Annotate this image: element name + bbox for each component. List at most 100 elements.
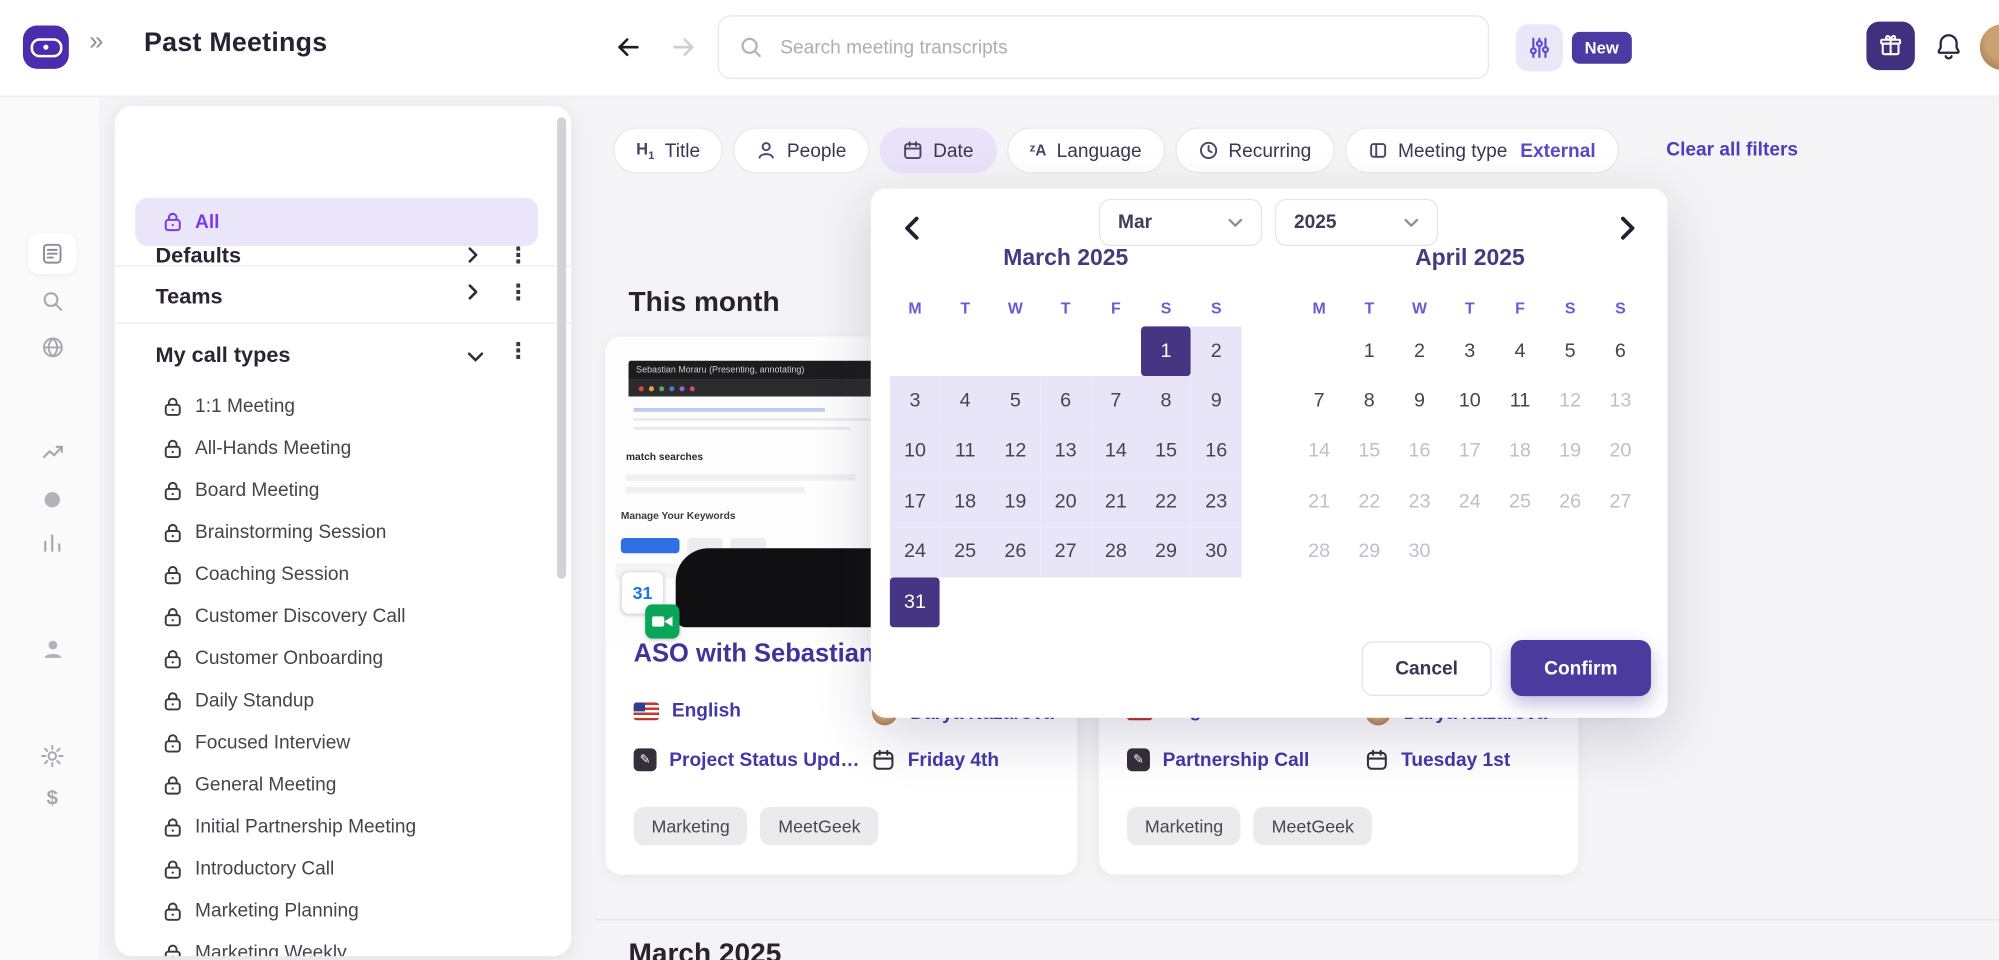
calendar-day[interactable]: 25	[940, 527, 990, 577]
user-avatar[interactable]	[1980, 24, 1999, 70]
calendar-day[interactable]: 18	[940, 477, 990, 527]
calendar-day[interactable]: 4	[1495, 326, 1545, 376]
my-call-types-collapse-icon[interactable]	[467, 347, 485, 370]
teams-menu-icon[interactable]: ⋮	[507, 280, 529, 305]
integrations-icon[interactable]	[38, 333, 66, 361]
filter-chip-people[interactable]: People	[733, 127, 869, 173]
calendar-day[interactable]: 27	[1595, 477, 1645, 527]
team-icon[interactable]	[38, 635, 66, 663]
collapse-sidebar-icon[interactable]: »	[89, 28, 103, 57]
reports-icon[interactable]	[38, 529, 66, 557]
sidebar-item-call-type[interactable]: All-Hands Meeting	[115, 427, 571, 469]
meeting-date[interactable]: Tuesday 1st	[1365, 748, 1510, 771]
calendar-day[interactable]: 10	[890, 427, 940, 477]
meetings-icon[interactable]	[28, 233, 76, 274]
tag[interactable]: MeetGeek	[1254, 807, 1372, 845]
calendar-day[interactable]: 14	[1294, 427, 1344, 477]
calendar-day[interactable]: 8	[1344, 377, 1394, 427]
recordings-icon[interactable]	[38, 486, 66, 514]
search-rail-icon[interactable]	[38, 287, 66, 315]
calendar-day[interactable]: 16	[1191, 427, 1241, 477]
calendar-day[interactable]: 9	[1394, 377, 1444, 427]
calendar-day[interactable]: 2	[1191, 326, 1241, 376]
sidebar-item-call-type[interactable]: Focused Interview	[115, 722, 571, 764]
back-arrow-button[interactable]	[609, 28, 647, 66]
meeting-language[interactable]: English	[634, 700, 741, 722]
calendar-day[interactable]: 30	[1394, 527, 1444, 577]
calendar-day[interactable]: 2	[1394, 326, 1444, 376]
calendar-day[interactable]: 6	[1041, 377, 1091, 427]
tag[interactable]: Marketing	[634, 807, 748, 845]
calendar-day[interactable]: 30	[1191, 527, 1241, 577]
calendar-day[interactable]: 5	[1545, 326, 1595, 376]
sidebar-item-call-type[interactable]: General Meeting	[115, 764, 571, 806]
sidebar-item-call-type[interactable]: Customer Onboarding	[115, 637, 571, 679]
calendar-day[interactable]: 23	[1394, 477, 1444, 527]
calendar-day[interactable]: 28	[1091, 527, 1141, 577]
calendar-day[interactable]: 31	[890, 577, 940, 627]
filter-settings-button[interactable]	[1516, 24, 1563, 71]
calendar-day[interactable]: 12	[990, 427, 1040, 477]
tag[interactable]: Marketing	[1127, 807, 1241, 845]
calendar-day[interactable]: 28	[1294, 527, 1344, 577]
sidebar-item-call-type[interactable]: Marketing Planning	[115, 890, 571, 932]
sidebar-item-call-type[interactable]: Coaching Session	[115, 553, 571, 595]
filter-chip-date[interactable]: Date	[880, 127, 997, 173]
calendar-day[interactable]: 10	[1445, 377, 1495, 427]
year-select[interactable]: 2025	[1275, 199, 1438, 246]
calendar-day[interactable]: 13	[1041, 427, 1091, 477]
insights-icon[interactable]	[38, 437, 66, 465]
calendar-day[interactable]: 3	[1445, 326, 1495, 376]
forward-arrow-button[interactable]	[664, 28, 702, 66]
sidebar-item-call-type[interactable]: Customer Discovery Call	[115, 595, 571, 637]
sidebar-item-all[interactable]: All	[135, 198, 538, 246]
calendar-day[interactable]: 9	[1191, 377, 1241, 427]
search-input[interactable]	[778, 35, 1468, 59]
calendar-day[interactable]: 7	[1294, 377, 1344, 427]
calendar-day[interactable]: 3	[890, 377, 940, 427]
defaults-expand-icon[interactable]	[467, 246, 480, 270]
sidebar-item-call-type[interactable]: Board Meeting	[115, 469, 571, 511]
next-month-button[interactable]	[1609, 209, 1647, 247]
month-select[interactable]: Mar	[1099, 199, 1262, 246]
calendar-day[interactable]: 19	[990, 477, 1040, 527]
teams-expand-icon[interactable]	[467, 283, 480, 307]
filter-chip-title[interactable]: H1Title	[613, 127, 723, 173]
calendar-day[interactable]: 6	[1595, 326, 1645, 376]
calendar-day[interactable]: 19	[1545, 427, 1595, 477]
calendar-day[interactable]: 29	[1344, 527, 1394, 577]
tag[interactable]: MeetGeek	[760, 807, 878, 845]
calendar-day[interactable]: 11	[1495, 377, 1545, 427]
calendar-day[interactable]: 18	[1495, 427, 1545, 477]
calendar-day[interactable]: 7	[1091, 377, 1141, 427]
calendar-day[interactable]: 15	[1344, 427, 1394, 477]
filter-chip-recurring[interactable]: Recurring	[1175, 127, 1334, 173]
calendar-day[interactable]: 16	[1394, 427, 1444, 477]
sidebar-scrollbar[interactable]	[557, 117, 566, 579]
filter-chip-meeting-type[interactable]: Meeting typeExternal	[1344, 127, 1618, 173]
calendar-day[interactable]: 26	[1545, 477, 1595, 527]
calendar-day[interactable]: 11	[940, 427, 990, 477]
calendar-day[interactable]: 4	[940, 377, 990, 427]
search-bar[interactable]	[718, 15, 1489, 79]
calendar-day[interactable]: 8	[1141, 377, 1191, 427]
sidebar-item-call-type[interactable]: Marketing Weekly	[115, 932, 571, 956]
calendar-day[interactable]: 29	[1141, 527, 1191, 577]
calendar-day[interactable]: 5	[990, 377, 1040, 427]
sidebar-item-call-type[interactable]: Brainstorming Session	[115, 511, 571, 553]
app-logo-icon[interactable]	[23, 25, 69, 68]
rewards-button[interactable]	[1866, 22, 1914, 70]
meeting-type-link[interactable]: ✎ Partnership Call	[1127, 748, 1309, 771]
calendar-day[interactable]: 14	[1091, 427, 1141, 477]
meeting-type-link[interactable]: ✎ Project Status Upd…	[634, 748, 860, 771]
clear-all-filters-link[interactable]: Clear all filters	[1666, 127, 1798, 173]
calendar-day[interactable]: 12	[1545, 377, 1595, 427]
calendar-day[interactable]: 21	[1294, 477, 1344, 527]
calendar-day[interactable]: 17	[1445, 427, 1495, 477]
calendar-day[interactable]: 1	[1344, 326, 1394, 376]
calendar-day[interactable]: 20	[1041, 477, 1091, 527]
filter-chip-language[interactable]: zALanguage	[1007, 127, 1165, 173]
calendar-day[interactable]: 15	[1141, 427, 1191, 477]
calendar-day[interactable]: 27	[1041, 527, 1091, 577]
calendar-day[interactable]: 22	[1141, 477, 1191, 527]
